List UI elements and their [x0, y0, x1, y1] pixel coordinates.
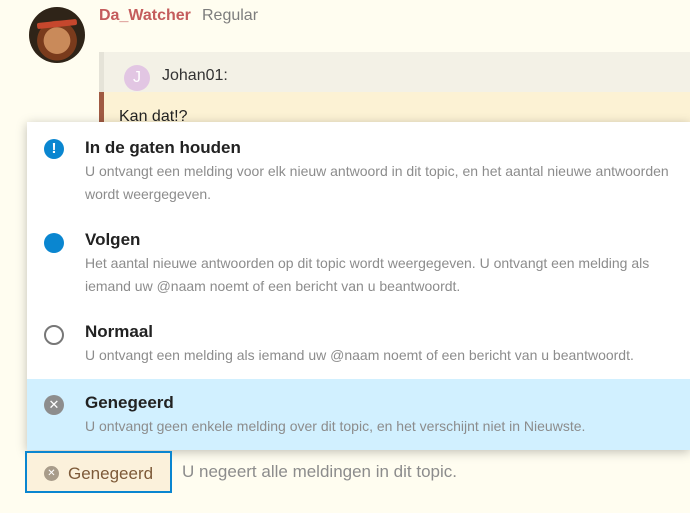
post-header: Da_Watcher Regular: [0, 0, 690, 63]
empty-circle-icon: [44, 325, 64, 345]
post-username[interactable]: Da_Watcher: [99, 7, 191, 25]
option-title: Volgen: [85, 230, 141, 249]
quote-avatar: J: [124, 65, 150, 91]
quote-author[interactable]: Johan01:: [162, 67, 228, 85]
option-tracking[interactable]: Volgen Het aantal nieuwe antwoorden op d…: [27, 214, 690, 306]
exclamation-circle-icon: !: [44, 139, 64, 159]
option-title: In de gaten houden: [85, 138, 241, 157]
option-regular[interactable]: Normaal U ontvangt een melding als ieman…: [27, 306, 690, 379]
post-user-title: Regular: [202, 7, 259, 24]
option-description: U ontvangt geen enkele melding over dit …: [85, 418, 586, 434]
option-description: Het aantal nieuwe antwoorden op dit topi…: [85, 255, 650, 294]
option-title: Genegeerd: [85, 393, 174, 412]
option-watching[interactable]: ! In de gaten houden U ontvangt een meld…: [27, 122, 690, 214]
option-description: U ontvangt een melding voor elk nieuw an…: [85, 163, 669, 202]
option-title: Normaal: [85, 322, 154, 341]
notification-status-text: U negeert alle meldingen in dit topic.: [182, 462, 457, 481]
notification-level-label: Genegeerd: [68, 464, 154, 483]
option-muted[interactable]: ✕ Genegeerd U ontvangt geen enkele meldi…: [27, 379, 690, 450]
option-description: U ontvangt een melding als iemand uw @na…: [85, 347, 634, 363]
user-avatar[interactable]: [29, 7, 85, 63]
filled-circle-icon: [44, 233, 64, 253]
times-circle-icon: ✕: [44, 395, 64, 415]
notification-level-dropdown: ! In de gaten houden U ontvangt een meld…: [27, 122, 690, 450]
notification-level-button[interactable]: ✕ Genegeerd: [25, 451, 172, 493]
quote-block: J Johan01: Kan dat!?: [99, 52, 690, 125]
quote-header[interactable]: J Johan01:: [99, 52, 690, 92]
times-circle-icon: ✕: [44, 466, 59, 481]
